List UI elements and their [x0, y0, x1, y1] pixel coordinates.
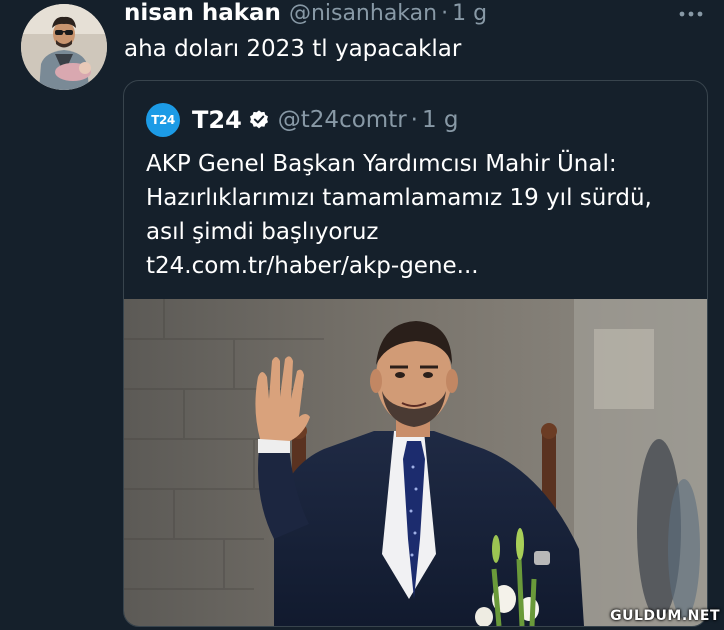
display-name[interactable]: nisan hakan	[124, 0, 281, 26]
avatar-photo	[21, 4, 107, 90]
timestamp[interactable]: 1 g	[452, 1, 487, 26]
watermark: GULDUM.NET	[610, 608, 720, 624]
user-handle[interactable]: @nisanhakan	[289, 1, 437, 26]
quoted-link[interactable]: t24.com.tr/haber/akp-gene...	[146, 249, 691, 283]
quoted-text-line: Hazırlıklarımızı tamamlamamız 19 yıl sür…	[146, 185, 652, 211]
t24-logo-avatar[interactable]: T24	[146, 103, 180, 137]
quoted-separator-dot: ·	[410, 107, 418, 133]
quoted-tweet-text: AKP Genel Başkan Yardımcısı Mahir Ünal: …	[146, 147, 691, 283]
quoted-timestamp[interactable]: 1 g	[422, 107, 459, 133]
quoted-user-handle[interactable]: @t24comtr	[278, 107, 407, 133]
quoted-tweet[interactable]: T24 T24 @t24comtr · 1 g AKP Genel Başkan…	[123, 80, 708, 627]
quoted-text-line: AKP Genel Başkan Yardımcısı Mahir Ünal:	[146, 151, 617, 177]
photo-man-in-suit-waving	[124, 299, 707, 626]
tweet-header: nisan hakan @nisanhakan · 1 g	[124, 0, 487, 30]
quoted-display-name[interactable]: T24	[192, 106, 242, 134]
quoted-text-line: asıl şimdi başlıyoruz	[146, 219, 379, 245]
avatar[interactable]	[21, 4, 107, 90]
tweet[interactable]: nisan hakan @nisanhakan · 1 g aha doları…	[0, 0, 724, 630]
verified-badge-icon	[248, 109, 270, 131]
separator-dot: ·	[441, 1, 449, 26]
tweet-text: aha doları 2023 tl yapacaklar	[124, 36, 462, 62]
quoted-tweet-header: T24 T24 @t24comtr · 1 g	[146, 103, 459, 137]
more-dots-icon[interactable]	[676, 2, 706, 24]
quoted-media-photo[interactable]	[124, 299, 707, 626]
